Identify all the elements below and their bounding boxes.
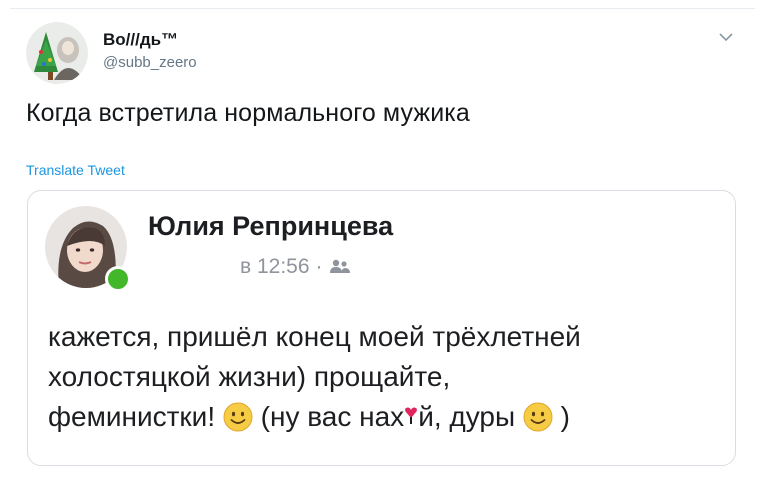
friends-icon xyxy=(329,259,350,273)
post-author-name: Юлия Репринцева xyxy=(148,211,394,241)
author-avatar[interactable] xyxy=(26,22,88,84)
post-text-segment: й, дуры xyxy=(418,401,516,432)
meta-separator: · xyxy=(315,255,323,278)
translate-tweet-link[interactable]: Translate Tweet xyxy=(26,162,125,178)
post-text-line-3: феминистки! (ну вас нах й, дуры ) xyxy=(48,397,728,443)
display-name[interactable]: Во///дь™ xyxy=(103,30,178,50)
post-text: кажется, пришёл конец моей трёхлетней хо… xyxy=(48,317,728,443)
post-meta: в 12:56 · xyxy=(240,255,351,279)
post-time: в 12:56 xyxy=(240,255,310,278)
heart-icon xyxy=(404,397,418,437)
avatar-illustration-icon xyxy=(26,22,88,84)
smiley-icon xyxy=(523,402,553,443)
post-text-segment: ) xyxy=(560,401,570,432)
user-handle[interactable]: @subb_zeero xyxy=(103,54,197,71)
post-text-line-2: холостяцкой жизни) прощайте, xyxy=(48,361,451,392)
post-text-segment: феминистки! xyxy=(48,401,216,432)
top-divider xyxy=(10,8,755,9)
tweet-text: Когда встретила нормального мужика xyxy=(26,99,470,127)
smiley-icon xyxy=(223,402,253,443)
online-status-badge xyxy=(105,266,131,292)
chevron-down-icon[interactable] xyxy=(718,30,734,42)
post-text-line-1: кажется, пришёл конец моей трёхлетней xyxy=(48,321,581,352)
post-text-segment: (ну вас нах xyxy=(260,401,405,432)
post-author-avatar-wrap xyxy=(45,206,131,292)
tweet-media-card[interactable]: Юлия Репринцева в 12:56 · кажется, пришё… xyxy=(27,190,736,466)
